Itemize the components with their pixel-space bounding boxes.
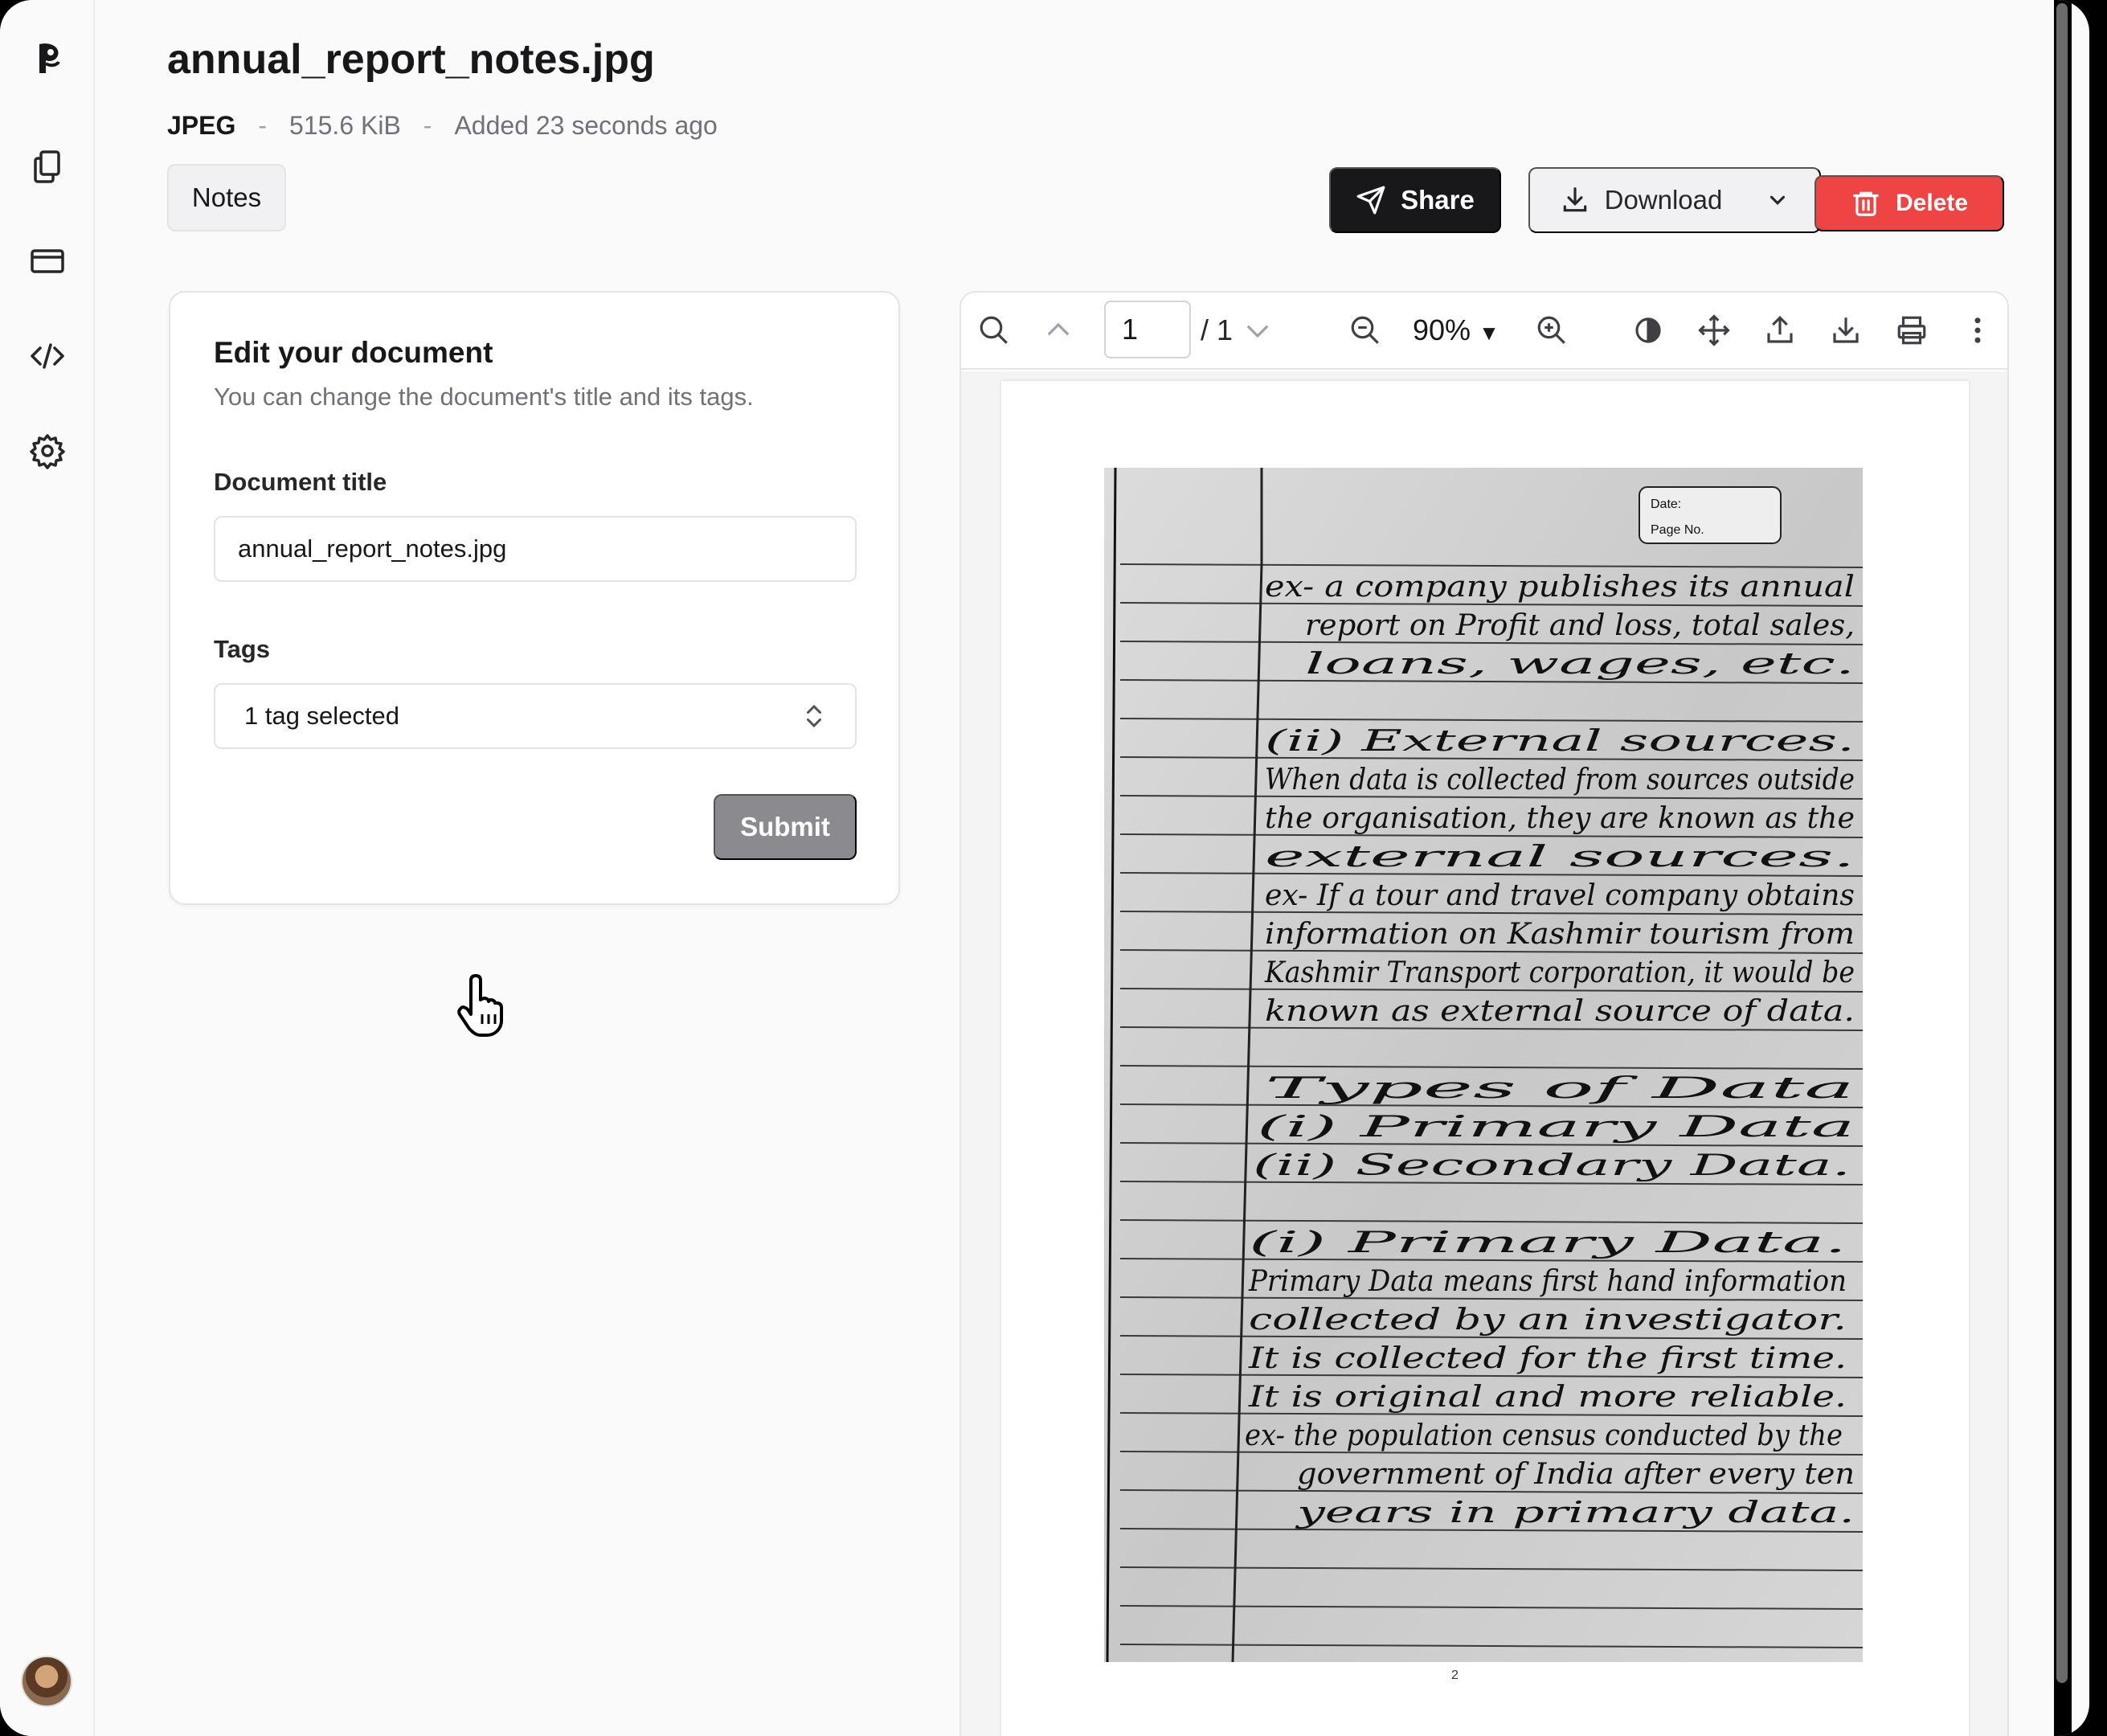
card-heading: Edit your document	[214, 336, 493, 369]
chevron-up-down-icon	[807, 704, 821, 728]
notebook-scan-svg: Date: Page No. ex- a company publishes i…	[1104, 468, 1863, 1662]
handwritten-line: ex- If a tour and travel company obtains	[1265, 879, 1855, 912]
sidebar	[0, 0, 95, 1736]
zoom-in-icon[interactable]	[1532, 310, 1572, 350]
share-label: Share	[1401, 185, 1475, 215]
move-icon[interactable]	[1694, 310, 1734, 350]
tag-notes[interactable]: Notes	[167, 164, 286, 231]
handwritten-line: (ii) External sources.	[1265, 725, 1855, 758]
previous-page-icon[interactable]	[1038, 310, 1078, 350]
handwritten-line: Kashmir Transport corporation, it would …	[1264, 956, 1855, 989]
handwritten-line: collected by an investigator.	[1249, 1304, 1847, 1337]
handwritten-line: (i) Primary Data	[1257, 1111, 1855, 1144]
zoom-level[interactable]: 90% ▼	[1413, 313, 1499, 347]
viewer-toolbar: 1 / 1 90% ▼	[961, 293, 2007, 370]
handwritten-line: (i) Primary Data.	[1249, 1226, 1847, 1259]
handwritten-line: ex- the population census conducted by t…	[1245, 1419, 1843, 1452]
avatar[interactable]	[21, 1656, 72, 1707]
zoom-out-icon[interactable]	[1345, 310, 1385, 350]
documents-icon[interactable]	[23, 141, 72, 191]
handwritten-line: years in primary data.	[1295, 1496, 1855, 1529]
handwritten-line: Primary Data means first hand informatio…	[1248, 1265, 1847, 1298]
file-type: JPEG	[167, 111, 236, 140]
document-page: Date: Page No. ex- a company publishes i…	[1001, 381, 1969, 1736]
app-window: annual_report_notes.jpg JPEG - 515.6 KiB…	[0, 0, 2089, 1736]
title-label: Document title	[214, 468, 387, 496]
download-button[interactable]: Download	[1528, 167, 1821, 233]
handwritten-line: When data is collected from sources outs…	[1265, 764, 1855, 796]
handwritten-line: government of India after every ten	[1297, 1458, 1855, 1491]
gear-icon[interactable]	[23, 426, 72, 476]
tags-select[interactable]: 1 tag selected	[214, 683, 857, 749]
scan-date-label: Date:	[1651, 497, 1681, 511]
paperless-logo-icon[interactable]	[23, 34, 72, 84]
title-input[interactable]: annual_report_notes.jpg	[214, 516, 857, 582]
handwritten-line: loans, wages, etc.	[1305, 648, 1855, 681]
meta-separator: -	[423, 111, 432, 140]
hand-cursor-icon	[457, 974, 503, 1037]
contrast-icon[interactable]	[1628, 310, 1668, 350]
tags-value: 1 tag selected	[244, 702, 400, 730]
handwritten-line: the organisation, they are known as the	[1265, 802, 1855, 835]
chevron-down-icon[interactable]	[1765, 188, 1790, 212]
card-description: You can change the document's title and …	[214, 383, 754, 411]
page-number-footer: 2	[1451, 1668, 1459, 1682]
edit-document-card: Edit your document You can change the do…	[169, 291, 900, 905]
delete-label: Delete	[1895, 190, 1969, 216]
share-button[interactable]: Share	[1329, 167, 1501, 233]
download-file-icon[interactable]	[1826, 310, 1866, 350]
handwritten-line: Types of Data	[1265, 1072, 1855, 1105]
submit-button[interactable]: Submit	[714, 794, 857, 860]
more-options-icon[interactable]	[1958, 310, 1998, 350]
meta-separator: -	[258, 111, 268, 140]
handwritten-line: It is collected for the first time.	[1248, 1342, 1847, 1375]
next-page-icon[interactable]	[1238, 310, 1278, 350]
document-meta: JPEG - 515.6 KiB - Added 23 seconds ago	[167, 111, 718, 141]
search-icon[interactable]	[974, 310, 1014, 350]
send-icon	[1356, 186, 1385, 215]
delete-button[interactable]: Delete	[1814, 175, 2004, 231]
trash-icon	[1853, 191, 1879, 216]
handwritten-line: (ii) Secondary Data.	[1253, 1149, 1851, 1182]
handwritten-line: external sources.	[1265, 841, 1855, 874]
handwritten-line: It is original and more reliable.	[1248, 1381, 1847, 1414]
scanned-notebook-image: Date: Page No. ex- a company publishes i…	[1104, 468, 1863, 1662]
download-label: Download	[1604, 185, 1723, 215]
handwritten-line: report on Profit and loss, total sales,	[1305, 609, 1855, 642]
handwritten-line: ex- a company publishes its annual	[1265, 571, 1855, 604]
credit-card-icon[interactable]	[23, 236, 72, 286]
page-total: / 1	[1201, 313, 1234, 346]
zoom-value: 90%	[1413, 313, 1471, 346]
download-icon	[1563, 187, 1586, 212]
window-scrollbar[interactable]	[2054, 0, 2072, 1736]
scrollbar-thumb[interactable]	[2056, 3, 2068, 1683]
handwritten-line: known as external source of data.	[1265, 995, 1855, 1028]
file-size: 515.6 KiB	[289, 111, 401, 140]
added-time: Added 23 seconds ago	[454, 111, 718, 140]
scan-page-label: Page No.	[1651, 523, 1704, 537]
page-title: annual_report_notes.jpg	[167, 36, 655, 83]
tags-label: Tags	[214, 635, 271, 663]
upload-icon[interactable]	[1760, 310, 1800, 350]
handwritten-line: information on Kashmir tourism from	[1265, 918, 1855, 951]
document-viewer: 1 / 1 90% ▼ Date: Page No. ex- a company…	[959, 291, 2009, 1736]
code-icon[interactable]	[23, 331, 72, 381]
page-number-input[interactable]: 1	[1104, 301, 1191, 358]
zoom-dropdown-icon: ▼	[1479, 321, 1499, 345]
print-icon[interactable]	[1892, 310, 1932, 350]
